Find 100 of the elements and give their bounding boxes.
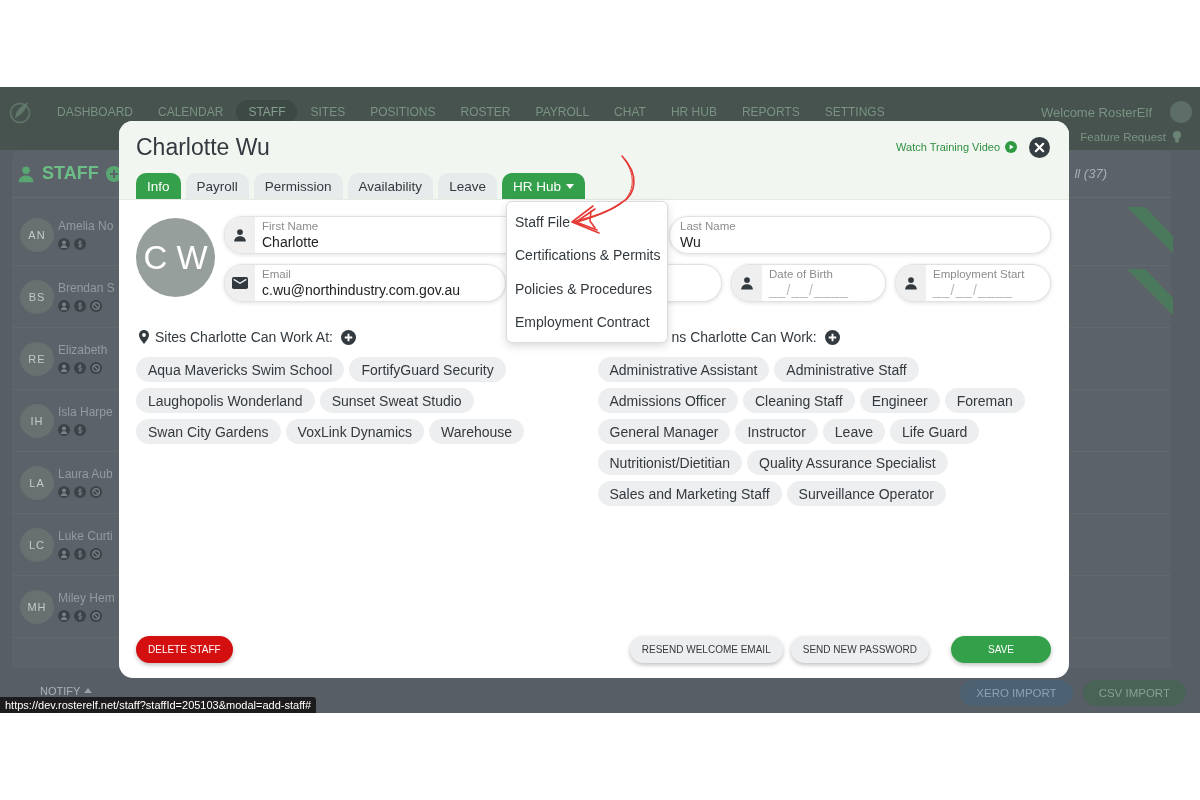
dollar-icon	[74, 362, 86, 374]
initials-avatar: LA	[20, 465, 54, 500]
section-heading: Sites Charlotte Can Work At:	[155, 329, 333, 345]
import-button[interactable]: CSV IMPORT	[1082, 679, 1186, 706]
menu-item[interactable]: Employment Contract	[507, 305, 667, 339]
nav-link[interactable]: REPORTS	[729, 100, 812, 124]
notify-toggle[interactable]: NOTIFY	[40, 684, 81, 697]
feature-request-link[interactable]: Feature Request	[1080, 131, 1166, 143]
dropdown-button[interactable]: HR Hub	[501, 173, 585, 199]
nav-link[interactable]: SETTINGS	[812, 100, 897, 124]
text-field[interactable]: Last Name Wu	[669, 216, 1051, 254]
staff-name[interactable]: Luke Curti	[58, 529, 113, 543]
person-badge-icon	[58, 548, 70, 560]
filter-count[interactable]: ll (37)	[1074, 166, 1107, 181]
play-icon	[1005, 141, 1017, 153]
nav-link[interactable]: STAFF	[236, 100, 298, 124]
dollar-icon	[74, 548, 86, 560]
nav-link[interactable]: CALENDAR	[146, 100, 236, 124]
date-field[interactable]: Date of Birth __/__/____	[731, 264, 886, 302]
nav-link[interactable]: POSITIONS	[358, 100, 448, 124]
staff-name[interactable]: Miley Hem	[58, 591, 115, 605]
dollar-icon	[74, 238, 86, 250]
position-tag: Leave	[822, 419, 885, 444]
position-tag: Sales and Marketing Staff	[597, 481, 782, 506]
position-tag: Quality Assurance Specialist	[747, 450, 948, 475]
person-icon	[904, 276, 918, 290]
link-url-tooltip: https://dev.rosterelf.net/staff?staffId=205103&modal=add-staff#	[0, 697, 317, 713]
position-tag: Instructor	[735, 419, 818, 444]
nav-link[interactable]: HR HUB	[658, 100, 729, 124]
save-button[interactable]: SAVE	[951, 636, 1051, 663]
section-heading: ns Charlotte Can Work:	[671, 329, 817, 345]
person-badge-icon	[58, 362, 70, 374]
field-label: Employment Start	[933, 268, 1025, 282]
caret-down-icon	[565, 183, 574, 189]
initials-avatar: C W	[136, 218, 215, 297]
menu-item[interactable]: Policies & Procedures	[507, 272, 667, 306]
initials-avatar: IH	[20, 403, 54, 438]
site-tag: Aqua Mavericks Swim School	[136, 357, 345, 382]
nav-link[interactable]: DASHBOARD	[45, 100, 145, 124]
tab[interactable]: Permission	[253, 173, 343, 199]
dollar-icon	[74, 486, 86, 498]
email-field[interactable]: Email c.wu@northindustry.com.gov.au	[224, 264, 506, 302]
position-tag: Cleaning Staff	[742, 388, 855, 413]
initials-avatar: LC	[20, 527, 54, 562]
position-tag: Engineer	[859, 388, 940, 413]
person-icon	[740, 276, 754, 290]
initials-avatar: AN	[20, 217, 54, 252]
person-icon	[17, 164, 35, 183]
person-badge-icon	[58, 486, 70, 498]
lightbulb-icon	[1172, 130, 1182, 144]
action-button[interactable]: SEND NEW PASSWORD	[790, 636, 929, 663]
tab[interactable]: Payroll	[185, 173, 249, 199]
staff-name[interactable]: Isla Harpe	[58, 405, 113, 419]
staff-name[interactable]: Laura Aub	[58, 467, 113, 481]
person-badge-icon	[58, 424, 70, 436]
staff-heading: STAFF	[42, 163, 99, 184]
position-tag: Surveillance Operator	[786, 481, 946, 506]
dollar-icon	[74, 424, 86, 436]
location-pin-icon	[139, 330, 149, 344]
position-tag: Admissions Officer	[597, 388, 738, 413]
person-icon	[233, 228, 247, 242]
delete-button[interactable]: DELETE STAFF	[136, 636, 233, 663]
site-tag: Laughopolis Wonderland	[136, 388, 315, 413]
dollar-icon	[74, 300, 86, 312]
person-badge-icon	[58, 238, 70, 250]
caret-up-icon	[84, 688, 93, 693]
site-tag: Sunset Sweat Studio	[319, 388, 474, 413]
nav-link[interactable]: ROSTER	[448, 100, 523, 124]
staff-name[interactable]: Elizabeth	[58, 343, 108, 357]
tab[interactable]: Leave	[438, 173, 497, 199]
field-label: Last Name	[680, 220, 736, 234]
nav-link[interactable]: CHAT	[602, 100, 658, 124]
action-button[interactable]: RESEND WELCOME EMAIL	[629, 636, 783, 663]
nav-link[interactable]: SITES	[298, 100, 358, 124]
field-label: First Name	[262, 220, 319, 234]
initials-avatar: BS	[20, 279, 54, 314]
envelope-icon	[232, 277, 248, 289]
position-tag: General Manager	[597, 419, 731, 444]
nav-link[interactable]: PAYROLL	[523, 100, 602, 124]
site-tag: Warehouse	[429, 419, 525, 444]
add-icon[interactable]	[340, 329, 356, 345]
staff-name[interactable]: Brendan S	[58, 281, 115, 295]
field-label: Email	[262, 268, 292, 282]
position-tag: Life Guard	[889, 419, 980, 444]
add-icon[interactable]	[824, 329, 840, 345]
staff-name[interactable]: Amelia No	[58, 219, 114, 233]
import-button[interactable]: XERO IMPORT	[960, 679, 1073, 706]
modal-title: Charlotte Wu	[136, 133, 270, 161]
site-tag: VoxLink Dynamics	[285, 419, 424, 444]
tab[interactable]: Info	[136, 173, 181, 199]
training-video-link[interactable]: Watch Training Video	[896, 141, 1017, 153]
position-tag: Administrative Assistant	[597, 357, 770, 382]
initials-avatar: RE	[20, 341, 54, 376]
date-field[interactable]: Employment Start __/__/____	[895, 264, 1051, 302]
position-tag: Foreman	[944, 388, 1025, 413]
initials-avatar: MH	[20, 589, 54, 624]
close-icon[interactable]	[1029, 136, 1050, 158]
position-tag: Nutritionist/Dietitian	[597, 450, 743, 475]
tab[interactable]: Availability	[347, 173, 434, 199]
field-label: Date of Birth	[769, 268, 834, 282]
